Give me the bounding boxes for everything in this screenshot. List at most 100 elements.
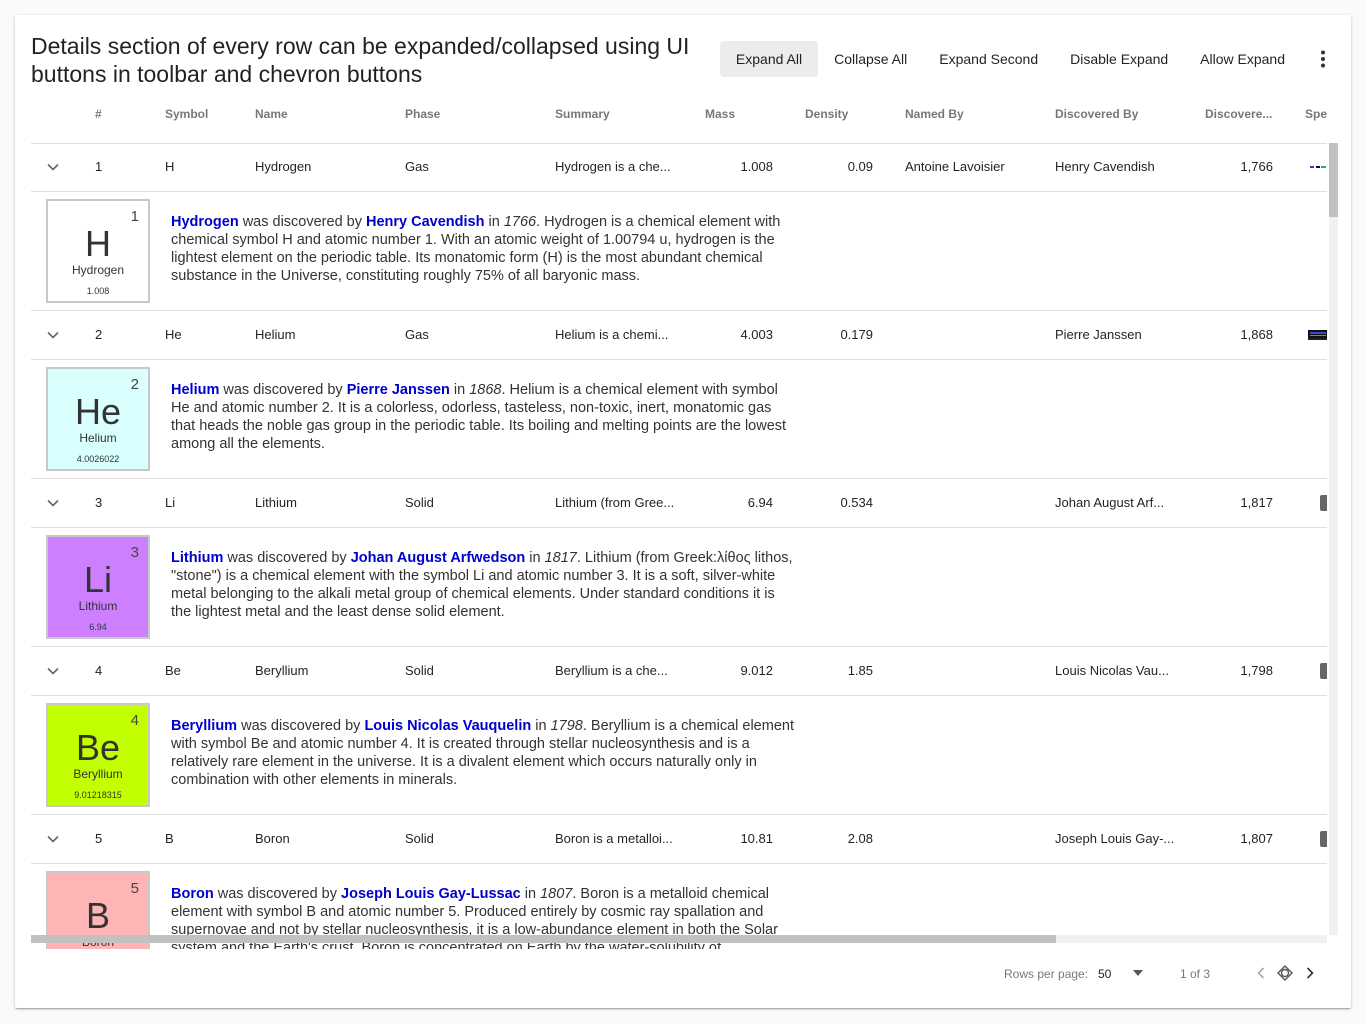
discoverer-link[interactable]: Johan August Arfwedson (351, 550, 526, 566)
cell-symbol: B (165, 831, 174, 846)
cell-mass: 10.81 (740, 831, 773, 846)
allow-expand-button[interactable]: Allow Expand (1184, 41, 1301, 77)
cell-density: 1.85 (847, 663, 873, 678)
cell-name: Beryllium (255, 663, 309, 678)
element-link[interactable]: Boron (171, 886, 214, 902)
cell-phase: Solid (405, 831, 434, 846)
column-header-named-by[interactable]: Named By (905, 95, 964, 143)
row-group: 1 H Hydrogen Gas Hydrogen is a che... 1.… (31, 143, 1327, 311)
cell-number: 1 (95, 159, 103, 174)
collapse-all-button[interactable]: Collapse All (818, 41, 923, 77)
data-grid: # Symbol Name Phase Summary Mass Density… (31, 95, 1327, 949)
table-row[interactable]: 1 H Hydrogen Gas Hydrogen is a che... 1.… (31, 143, 1327, 192)
vertical-scrollbar[interactable] (1329, 143, 1338, 935)
element-tile: 1 H Hydrogen 1.008 (46, 199, 150, 303)
horizontal-scrollbar[interactable] (31, 935, 1327, 943)
row-group: 4 Be Beryllium Solid Beryllium is a che.… (31, 647, 1327, 815)
column-header-symbol[interactable]: Symbol (165, 95, 208, 143)
cell-name: Hydrogen (255, 159, 312, 174)
discoverer-link[interactable]: Joseph Louis Gay-Lussac (341, 886, 521, 902)
dropdown-arrow-icon[interactable] (1133, 970, 1143, 976)
chevron-down-icon[interactable] (43, 829, 63, 849)
tile-mass: 1.008 (86, 286, 110, 296)
row-group: 3 Li Lithium Solid Lithium (from Gree...… (31, 479, 1327, 647)
expand-all-button[interactable]: Expand All (719, 41, 819, 77)
detail-description: Lithium was discovered by Johan August A… (171, 550, 793, 620)
table-row[interactable]: 2 He Helium Gas Helium is a chemi... 4.0… (31, 311, 1327, 360)
element-link[interactable]: Lithium (171, 550, 223, 566)
detail-panel: 1 H Hydrogen 1.008 Hydrogen was discover… (31, 192, 1327, 311)
table-row[interactable]: 5 B Boron Solid Boron is a metalloi... 1… (31, 815, 1327, 864)
discoverer-link[interactable]: Henry Cavendish (366, 214, 484, 230)
table-row[interactable]: 4 Be Beryllium Solid Beryllium is a che.… (31, 647, 1327, 696)
pagination-footer: Rows per page: 50 1 of 3 (15, 953, 1351, 1005)
discoverer-link[interactable]: Pierre Janssen (347, 382, 450, 398)
page-info: 1 of 3 (1180, 967, 1211, 981)
chevron-right-icon[interactable] (1300, 963, 1320, 983)
cell-symbol: Li (165, 495, 176, 510)
detail-panel: 3 Li Lithium 6.94 Lithium was discovered… (31, 528, 1327, 647)
tile-symbol: Be (75, 727, 121, 768)
element-link[interactable]: Helium (171, 382, 219, 398)
cell-density: 0.09 (847, 159, 873, 174)
tile-symbol: He (74, 391, 122, 432)
cell-density: 2.08 (847, 831, 873, 846)
spectrum-image (1320, 663, 1327, 679)
rows-per-page-label: Rows per page: (1004, 967, 1089, 981)
cell-summary: Lithium (from Gree... (555, 495, 675, 510)
cell-name: Boron (255, 831, 290, 846)
chevron-left-icon[interactable] (1251, 963, 1271, 983)
cell-number: 3 (95, 495, 103, 510)
cell-number: 2 (95, 327, 103, 342)
column-header-summary[interactable]: Summary (555, 95, 610, 143)
cell-phase: Gas (405, 159, 429, 174)
element-link[interactable]: Hydrogen (171, 214, 239, 230)
chevron-down-icon[interactable] (43, 661, 63, 681)
cell-name: Lithium (255, 495, 297, 510)
data-grid-card: Details section of every row can be expa… (15, 15, 1351, 1008)
chevron-down-icon[interactable] (43, 157, 63, 177)
more-vert-icon (1321, 50, 1325, 68)
element-link[interactable]: Beryllium (171, 718, 237, 734)
cell-discovered-year: 1,807 (1240, 831, 1273, 846)
chevron-down-icon[interactable] (43, 493, 63, 513)
cell-discovered-by: Pierre Janssen (1055, 327, 1142, 342)
spectrum-image (1308, 166, 1327, 168)
column-header-density[interactable]: Density (805, 95, 848, 143)
discovery-year: 1766 (503, 214, 537, 230)
horizontal-scroll-thumb[interactable] (31, 935, 1056, 943)
cell-discovered-year: 1,766 (1240, 159, 1273, 174)
column-header-discovered[interactable]: Discovere... (1205, 95, 1295, 143)
chevron-down-icon[interactable] (43, 325, 63, 345)
column-header-name[interactable]: Name (255, 95, 288, 143)
column-header-discovered-by[interactable]: Discovered By (1055, 95, 1138, 143)
cell-phase: Gas (405, 327, 429, 342)
cell-discovered-by: Henry Cavendish (1055, 159, 1155, 174)
first-page-icon[interactable] (1275, 963, 1295, 983)
tile-name: Helium (79, 431, 117, 445)
column-header-number[interactable]: # (95, 95, 102, 143)
disable-expand-button[interactable]: Disable Expand (1054, 41, 1184, 77)
more-options-button[interactable] (1303, 41, 1343, 77)
expand-second-button[interactable]: Expand Second (923, 41, 1054, 77)
table-row[interactable]: 3 Li Lithium Solid Lithium (from Gree...… (31, 479, 1327, 528)
column-header-spectrum[interactable]: Spe (1305, 95, 1327, 143)
grid-header: # Symbol Name Phase Summary Mass Density… (31, 95, 1327, 144)
tile-name: Hydrogen (71, 263, 125, 277)
discovery-year: 1868 (469, 382, 502, 398)
tile-name: Lithium (78, 599, 118, 613)
column-header-mass[interactable]: Mass (705, 95, 735, 143)
cell-number: 5 (95, 831, 103, 846)
discoverer-link[interactable]: Louis Nicolas Vauquelin (364, 718, 531, 734)
detail-panel: 4 Be Beryllium 9.01218315 Beryllium was … (31, 696, 1327, 815)
vertical-scroll-thumb[interactable] (1329, 143, 1338, 217)
spectrum-image (1308, 330, 1327, 340)
cell-density: 0.179 (840, 327, 873, 342)
cell-symbol: H (165, 159, 175, 174)
cell-phase: Solid (405, 495, 434, 510)
column-header-phase[interactable]: Phase (405, 95, 440, 143)
element-tile: 3 Li Lithium 6.94 (46, 535, 150, 639)
rows-per-page-select[interactable]: 50 (1098, 967, 1111, 981)
tile-mass: 6.94 (89, 622, 107, 632)
cell-discovered-by: Johan August Arf... (1055, 495, 1165, 510)
